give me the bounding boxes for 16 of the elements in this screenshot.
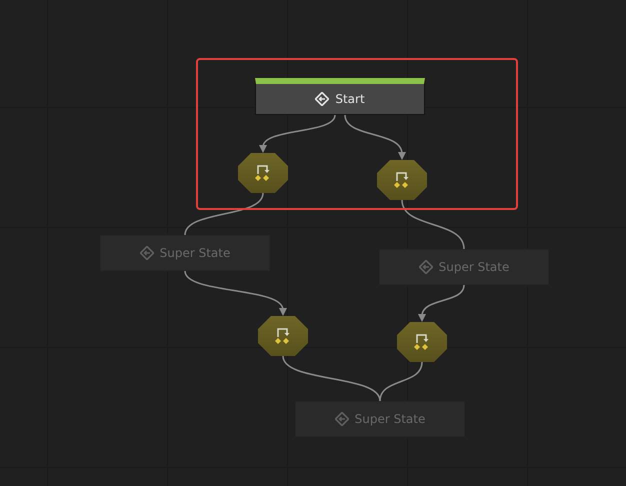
connector-arrow xyxy=(418,284,465,322)
transition-node[interactable] xyxy=(377,160,427,200)
connector-line xyxy=(401,200,465,250)
transition-node[interactable] xyxy=(238,153,288,193)
loop-icon xyxy=(414,334,428,350)
loop-icon xyxy=(394,172,408,188)
loop-icon xyxy=(275,328,290,344)
state-icon xyxy=(418,260,433,274)
transition-node[interactable] xyxy=(397,322,447,362)
connector-arrow xyxy=(344,114,406,160)
transition-node[interactable] xyxy=(258,316,308,356)
loop-icon xyxy=(255,165,270,181)
state-icon xyxy=(315,92,330,106)
start-node[interactable]: Start xyxy=(255,78,425,115)
state-icon xyxy=(334,412,349,426)
state-icon xyxy=(140,246,154,260)
